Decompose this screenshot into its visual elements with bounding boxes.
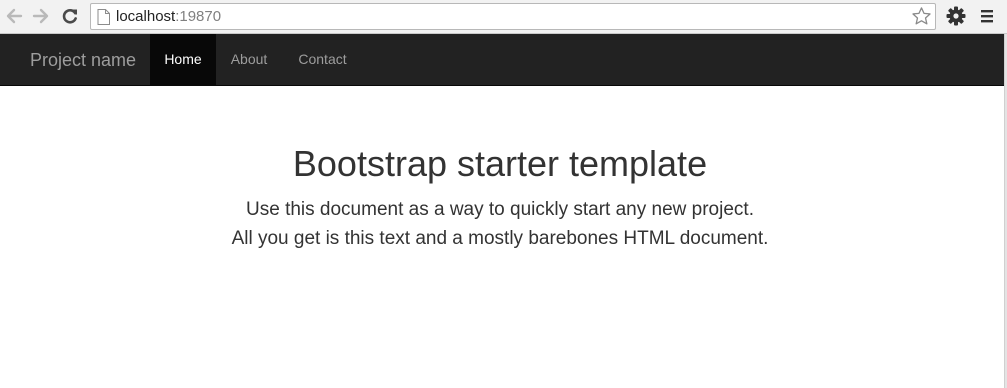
browser-window: localhost:19870 Project name Home About … xyxy=(0,0,1007,388)
nav-item-about[interactable]: About xyxy=(216,34,282,85)
nav-item-home[interactable]: Home xyxy=(150,34,216,85)
gear-icon xyxy=(946,6,966,26)
url-text: localhost:19870 xyxy=(116,8,221,26)
url-port: :19870 xyxy=(175,8,222,25)
reload-icon xyxy=(62,8,77,24)
navbar: Project name Home About Contact xyxy=(0,34,1004,86)
browser-toolbar: localhost:19870 xyxy=(0,0,1007,34)
reload-button[interactable] xyxy=(59,5,81,27)
lead-text: Use this document as a way to quickly st… xyxy=(0,195,1000,253)
starter-template: Bootstrap starter template Use this docu… xyxy=(0,142,1000,253)
forward-button[interactable] xyxy=(30,5,52,27)
arrow-right-icon xyxy=(32,8,49,24)
address-bar[interactable]: localhost:19870 xyxy=(90,3,936,30)
page-title: Bootstrap starter template xyxy=(292,143,708,184)
bookmark-star-button[interactable] xyxy=(911,6,932,32)
lead-line-2: All you get is this text and a mostly ba… xyxy=(231,228,769,249)
url-host: localhost xyxy=(116,8,176,25)
brand-link[interactable]: Project name xyxy=(30,50,136,70)
lead-line-1: Use this document as a way to quickly st… xyxy=(246,199,754,220)
back-button[interactable] xyxy=(3,5,25,27)
chrome-menu-button[interactable] xyxy=(976,5,998,27)
settings-button[interactable] xyxy=(945,5,967,27)
nav-item-contact[interactable]: Contact xyxy=(282,34,363,85)
page-viewport: Project name Home About Contact Bootstra… xyxy=(0,34,1007,388)
arrow-left-icon xyxy=(6,8,23,24)
hamburger-menu-icon xyxy=(981,10,993,23)
page-icon xyxy=(97,9,110,30)
star-icon xyxy=(912,7,931,25)
